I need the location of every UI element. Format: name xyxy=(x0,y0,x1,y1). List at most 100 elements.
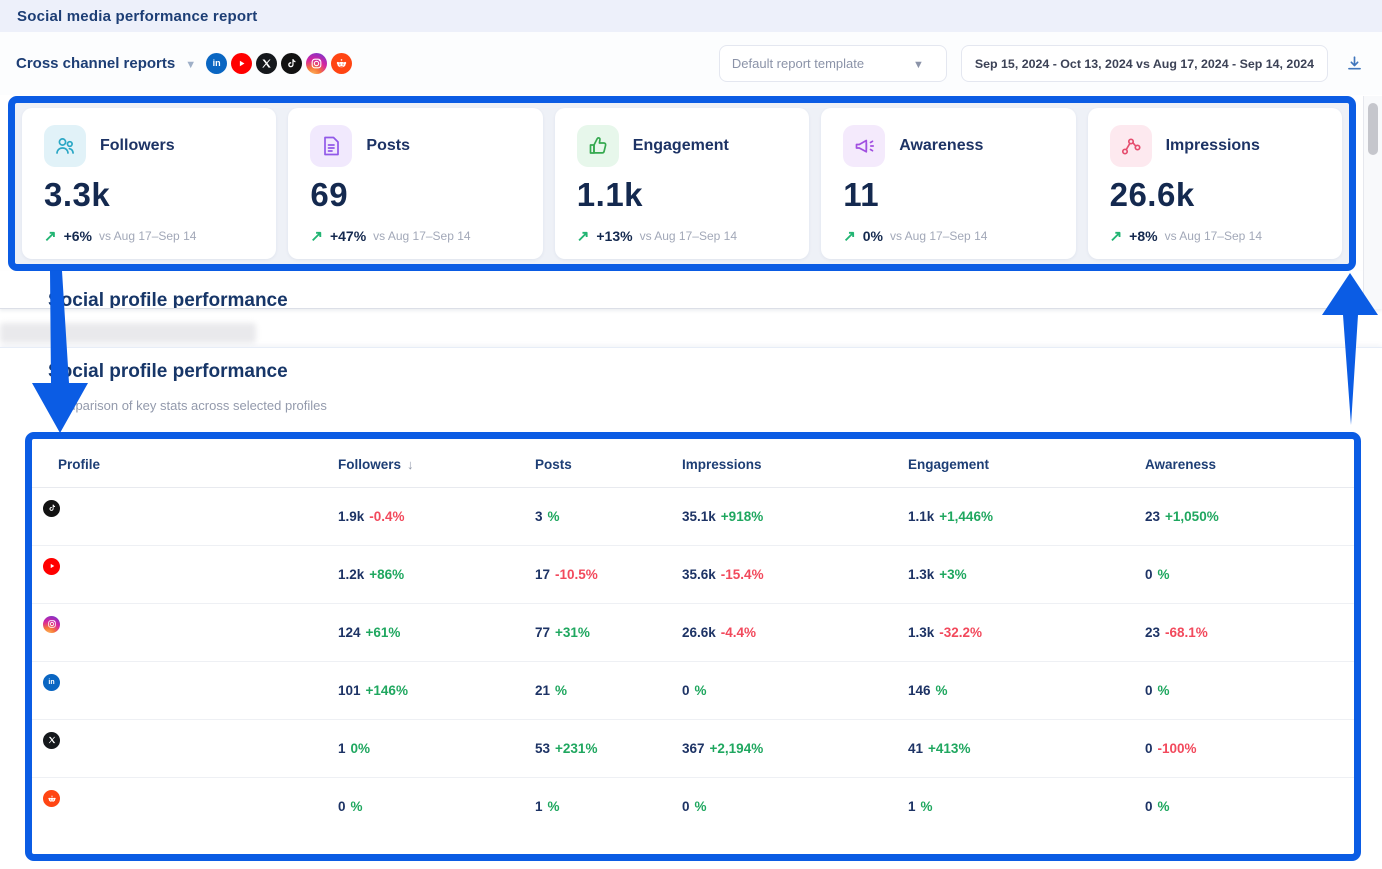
kpi-value: 3.3k xyxy=(44,176,254,214)
trend-up-arrow-icon: ↗ xyxy=(44,229,57,244)
tiktok-icon[interactable] xyxy=(281,53,302,74)
impressions-cell: 26.6k -4.4% xyxy=(682,624,908,642)
metric-change: -0.4% xyxy=(369,509,404,524)
column-header-1[interactable]: Followers ↓ xyxy=(338,457,535,472)
metric-change: +86% xyxy=(369,567,404,582)
metric-value: 1.2k xyxy=(338,567,364,582)
column-header-5[interactable]: Awareness xyxy=(1145,457,1354,472)
column-header-3[interactable]: Impressions xyxy=(682,457,908,472)
column-header-2[interactable]: Posts xyxy=(535,457,682,472)
metric-value: 21 xyxy=(535,683,550,698)
chevron-down-icon[interactable]: ▼ xyxy=(185,59,196,71)
date-range-picker[interactable]: Sep 15, 2024 - Oct 13, 2024 vs Aug 17, 2… xyxy=(961,45,1328,82)
metric-value: 1.1k xyxy=(908,509,934,524)
kpi-compare-label: vs Aug 17–Sep 14 xyxy=(890,229,987,243)
metric-value: 101 xyxy=(338,683,361,698)
channel-icon-list: in xyxy=(206,53,352,74)
linkedin-icon[interactable]: in xyxy=(206,53,227,74)
table-row-2: 124+61% 77+31% 26.6k-4.4% 1.3k-32.2% 23-… xyxy=(32,604,1354,662)
metric-value: 0 xyxy=(338,799,346,814)
awareness-cell: 0% xyxy=(1145,566,1354,584)
metric-change: +1,050% xyxy=(1165,509,1219,524)
tiktok-badge-icon xyxy=(41,498,62,519)
kpi-trend-row: ↗ +8% vs Aug 17–Sep 14 xyxy=(1110,228,1320,244)
engagement-cell: 1% xyxy=(908,798,1145,816)
impressions-cell: 35.6k -15.4% xyxy=(682,566,908,584)
trend-up-arrow-icon: ↗ xyxy=(843,229,856,244)
metric-change: +61% xyxy=(366,625,401,640)
kpi-compare-label: vs Aug 17–Sep 14 xyxy=(99,229,196,243)
metric-change: 0% xyxy=(351,741,371,756)
impressions-cell: 0% xyxy=(682,798,908,816)
youtube-badge-icon xyxy=(41,556,62,577)
column-label: Impressions xyxy=(682,457,762,472)
metric-value: 26.6k xyxy=(682,625,716,640)
followers-cell: 1.9k-0.4% xyxy=(338,508,535,526)
engagement-cell: 41+413% xyxy=(908,740,1145,758)
date-range-value: Sep 15, 2024 - Oct 13, 2024 vs Aug 17, 2… xyxy=(975,57,1314,71)
metric-change: -32.2% xyxy=(939,625,982,640)
scrollbar-thumb[interactable] xyxy=(1368,103,1378,155)
metric-change: -10.5% xyxy=(555,567,598,582)
column-header-0[interactable]: Profile xyxy=(58,457,338,472)
kpi-compare-label: vs Aug 17–Sep 14 xyxy=(1165,229,1262,243)
kpi-value: 26.6k xyxy=(1110,176,1320,214)
column-label: Engagement xyxy=(908,457,989,472)
section-title: Social profile performance xyxy=(48,361,288,383)
metric-value: 1 xyxy=(338,741,346,756)
kpi-change: +6% xyxy=(64,228,92,244)
followers-cell: 1 0% xyxy=(338,740,535,758)
trend-up-arrow-icon: ↗ xyxy=(310,229,323,244)
x-icon[interactable] xyxy=(256,53,277,74)
download-button[interactable] xyxy=(1342,52,1366,76)
column-label: Awareness xyxy=(1145,457,1216,472)
download-icon xyxy=(1345,54,1364,73)
posts-cell: 53 +231% xyxy=(535,740,682,758)
metric-change: % xyxy=(695,799,707,814)
awareness-cell: 0% xyxy=(1145,682,1354,700)
toolbar-right: Default report template ▼ Sep 15, 2024 -… xyxy=(719,45,1366,82)
column-label: Followers xyxy=(338,457,401,472)
posts-cell: 17-10.5% xyxy=(535,566,682,584)
kpi-label: Awareness xyxy=(899,137,983,155)
metric-value: 146 xyxy=(908,683,931,698)
metric-change: % xyxy=(548,509,560,524)
metric-change: +918% xyxy=(721,509,763,524)
metric-value: 124 xyxy=(338,625,361,640)
instagram-icon[interactable] xyxy=(306,53,327,74)
report-template-value: Default report template xyxy=(732,56,864,71)
kpi-change: 0% xyxy=(863,228,883,244)
metric-change: % xyxy=(921,799,933,814)
metric-change: +231% xyxy=(555,741,597,756)
impressions-cell: 0% xyxy=(682,682,908,700)
kpi-trend-row: ↗ +47% vs Aug 17–Sep 14 xyxy=(310,228,520,244)
metric-change: -100% xyxy=(1158,741,1197,756)
page-title: Social media performance report xyxy=(17,8,257,25)
sort-desc-icon[interactable]: ↓ xyxy=(407,457,414,472)
scrollbar-track[interactable] xyxy=(1363,96,1382,309)
metric-change: -4.4% xyxy=(721,625,756,640)
metric-change: % xyxy=(1158,567,1170,582)
reddit-icon[interactable] xyxy=(331,53,352,74)
kpi-change: +13% xyxy=(596,228,632,244)
column-header-4[interactable]: Engagement xyxy=(908,457,1145,472)
section-subtitle: Comparison of key stats across selected … xyxy=(48,398,327,413)
report-template-select[interactable]: Default report template ▼ xyxy=(719,45,947,82)
metric-value: 53 xyxy=(535,741,550,756)
impressions-cell: 367+2,194% xyxy=(682,740,908,758)
awareness-cell: 23+1,050% xyxy=(1145,508,1354,526)
metric-value: 41 xyxy=(908,741,923,756)
kpi-card-header: Awareness xyxy=(843,125,1053,167)
posts-cell: 21% xyxy=(535,682,682,700)
metric-change: +1,446% xyxy=(939,509,993,524)
metric-value: 3 xyxy=(535,509,543,524)
metric-value: 0 xyxy=(682,799,690,814)
kpi-card-header: Followers xyxy=(44,125,254,167)
youtube-icon[interactable] xyxy=(231,53,252,74)
metric-change: -15.4% xyxy=(721,567,764,582)
metric-value: 1.3k xyxy=(908,567,934,582)
metric-value: 0 xyxy=(1145,567,1153,582)
table-row-3: in 101+146% 21% 0% 146% 0% xyxy=(32,662,1354,720)
metric-value: 35.6k xyxy=(682,567,716,582)
followers-cell: 101+146% xyxy=(338,682,535,700)
